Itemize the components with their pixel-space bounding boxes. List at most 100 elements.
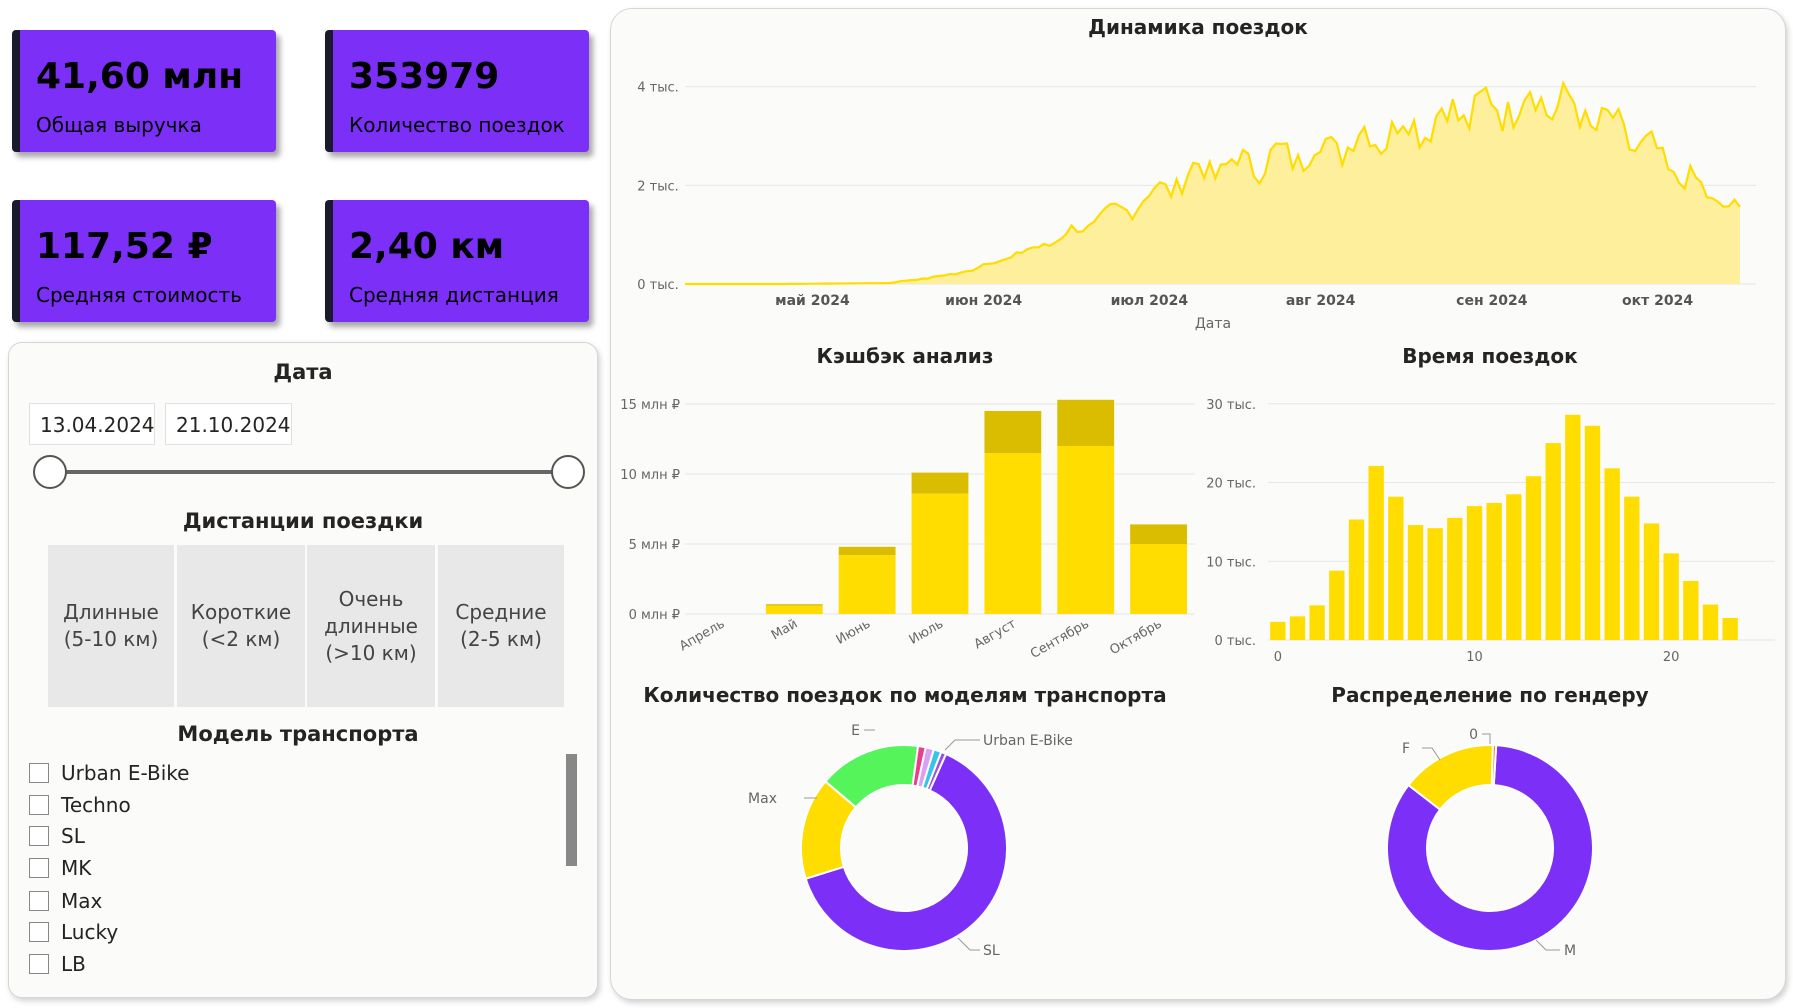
x-tick-label: сен 2024 — [1456, 293, 1528, 309]
x-tick-label: Октябрь — [1107, 616, 1164, 658]
model-option-max[interactable]: Max — [29, 887, 102, 915]
date-range-start-handle[interactable] — [33, 455, 67, 489]
trip-time-bar — [1584, 425, 1601, 640]
trip-time-bar — [1663, 553, 1679, 640]
y-tick-label: 15 млн ₽ — [620, 398, 680, 413]
x-tick-label: 20 — [1663, 650, 1680, 665]
x-tick-label: Июнь — [834, 616, 873, 647]
distance-tile-short[interactable]: Короткие (<2 км) — [177, 545, 305, 707]
kpi-label: Средняя стоимость — [36, 283, 242, 307]
distance-tile-medium[interactable]: Средние (2-5 км) — [438, 545, 564, 707]
trip-time-bar — [1388, 496, 1404, 640]
model-option-techno[interactable]: Techno — [29, 791, 131, 819]
trip-time-bar — [1407, 525, 1424, 640]
y-tick-label: 20 тыс. — [1206, 477, 1256, 492]
trip-time-bar — [1643, 523, 1660, 640]
leader-line — [1422, 747, 1441, 761]
model-option-sl[interactable]: SL — [29, 822, 85, 850]
checkbox[interactable] — [29, 763, 49, 783]
cashback-title: Кэшбэк анализ — [816, 344, 994, 368]
date-end-input[interactable]: 21.10.2024 — [165, 403, 292, 445]
trip-time-bar — [1289, 616, 1306, 640]
donut-label: Urban E-Bike — [983, 733, 1073, 749]
cashback-bar-base — [838, 555, 896, 614]
model-option-label: Urban E-Bike — [61, 761, 190, 785]
date-range-end-handle[interactable] — [551, 455, 585, 489]
trip-time-bar — [1329, 570, 1345, 640]
x-tick-label: 0 — [1274, 650, 1282, 665]
x-tick-label: окт 2024 — [1622, 293, 1693, 309]
distance-tile-very-long[interactable]: Очень длинные (>10 км) — [307, 545, 435, 707]
x-tick-label: авг 2024 — [1286, 293, 1356, 309]
model-option-mk[interactable]: MK — [29, 854, 91, 882]
model-option-lb[interactable]: LB — [29, 950, 86, 978]
kpi-trip-count: 353979 Количество поездок — [325, 30, 589, 152]
x-tick-label: Апрель — [677, 616, 727, 654]
trip-time-bar — [1683, 580, 1699, 640]
kpi-revenue: 41,60 млн Общая выручка — [12, 30, 276, 152]
y-tick-label: 0 тыс. — [637, 278, 679, 293]
model-option-urban-e-bike[interactable]: Urban E-Bike — [29, 759, 189, 787]
model-option-label: MK — [61, 856, 92, 880]
trips-dynamic-title: Динамика поездок — [1088, 15, 1308, 39]
trip-time-bar — [1545, 443, 1561, 640]
model-slicer-title: Модель транспорта — [177, 722, 419, 746]
date-range-track[interactable] — [50, 470, 568, 474]
kpi-label: Общая выручка — [36, 113, 202, 137]
cashback-bar-base — [984, 453, 1042, 614]
trip-time-bar — [1348, 519, 1365, 640]
checkbox[interactable] — [29, 858, 49, 878]
checkbox[interactable] — [29, 891, 49, 911]
distance-tile-long[interactable]: Длинные (5-10 км) — [48, 545, 174, 707]
checkbox[interactable] — [29, 795, 49, 815]
distance-slicer-title: Дистанции поездки — [182, 509, 424, 533]
x-tick-label: Июль — [907, 616, 946, 647]
y-tick-label: 2 тыс. — [637, 179, 679, 194]
trip-time-bar — [1722, 617, 1738, 640]
cashback-bar-top — [911, 472, 969, 494]
trip-time-chart[interactable]: 0 тыс. 10 тыс. 20 тыс. 30 тыс. 0 10 20 — [1200, 370, 1780, 670]
cashback-bar-base — [1130, 544, 1187, 614]
trip-time-bar — [1309, 605, 1325, 640]
y-tick-label: 5 млн ₽ — [629, 538, 680, 553]
gender-donut-title: Распределение по гендеру — [1331, 683, 1649, 707]
models-donut-title: Количество поездок по моделям транспорта — [643, 683, 1167, 707]
model-list-scrollbar[interactable] — [566, 754, 577, 866]
checkbox[interactable] — [29, 922, 49, 942]
donut-label: M — [1564, 943, 1576, 959]
y-tick-label: 4 тыс. — [637, 81, 679, 96]
models-donut-chart[interactable]: E Urban E-Bike Max SL — [610, 710, 1200, 1000]
model-option-label: SL — [61, 824, 85, 848]
x-tick-label: Май — [769, 616, 800, 643]
cashback-bar-top — [765, 604, 823, 606]
leader-line — [957, 937, 980, 951]
x-tick-label: июл 2024 — [1111, 293, 1189, 309]
y-tick-label: 10 млн ₽ — [620, 468, 680, 483]
trips-dynamic-chart[interactable]: 0 тыс. 2 тыс. 4 тыс. май 2024 июн 2024 июл 20… — [610, 40, 1786, 340]
trip-time-bar — [1466, 506, 1483, 640]
x-tick-label: Август — [972, 616, 1020, 652]
checkbox[interactable] — [29, 954, 49, 974]
cashback-bar-top — [1057, 399, 1115, 446]
trip-time-bar — [1270, 621, 1286, 640]
trip-time-bar — [1525, 476, 1542, 640]
model-option-label: Lucky — [61, 920, 119, 944]
model-option-label: LB — [61, 952, 86, 976]
y-tick-label: 0 тыс. — [1214, 634, 1256, 649]
model-option-label: Techno — [61, 793, 131, 817]
y-tick-label: 30 тыс. — [1206, 398, 1256, 413]
date-start-input[interactable]: 13.04.2024 — [29, 403, 155, 445]
trip-time-bar — [1368, 465, 1384, 640]
kpi-value: 353979 — [349, 56, 500, 97]
donut-label: Max — [748, 791, 777, 807]
gender-donut-chart[interactable]: 0 F M — [1200, 710, 1780, 1000]
cashback-bar-base — [765, 605, 823, 614]
kpi-label: Средняя дистанция — [349, 283, 559, 307]
checkbox[interactable] — [29, 826, 49, 846]
leader-line — [1535, 939, 1560, 951]
trip-time-bar — [1427, 528, 1443, 640]
trips-area — [685, 83, 1740, 284]
cashback-chart[interactable]: 0 млн ₽ 5 млн ₽ 10 млн ₽ 15 млн ₽ Апрель Май И… — [610, 370, 1200, 670]
donut-label: F — [1402, 741, 1410, 757]
model-option-lucky[interactable]: Lucky — [29, 918, 118, 946]
